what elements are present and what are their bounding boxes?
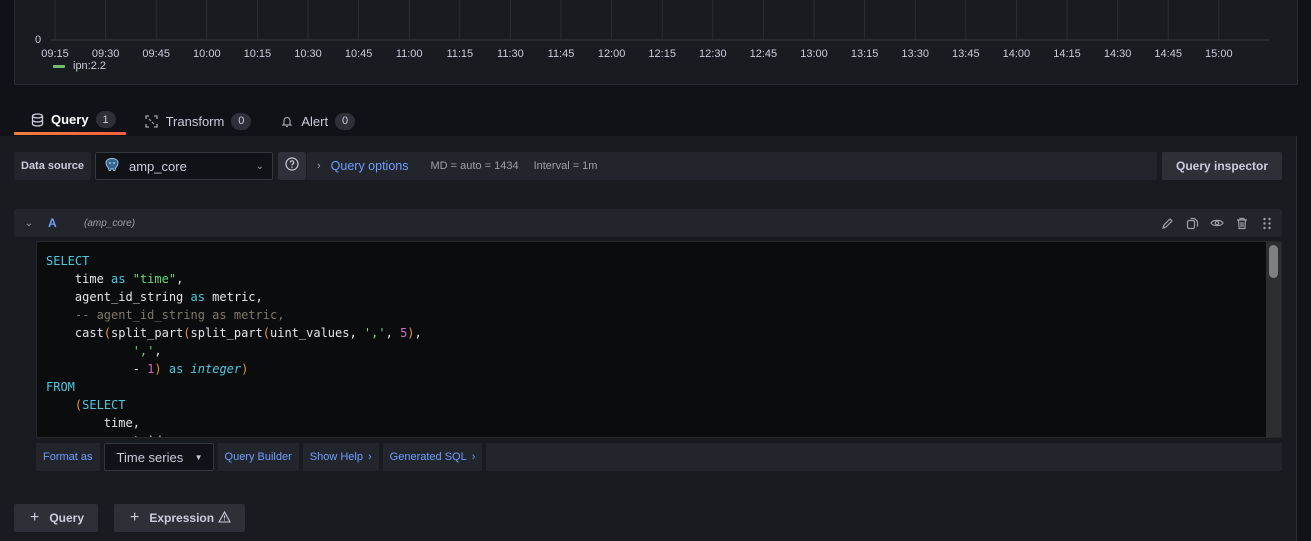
warning-icon (218, 510, 232, 526)
transform-icon (145, 114, 159, 128)
query-editor-page: 0 09:15 09:30 09:45 10:00 10:15 10:30 10:45 11:0… (0, 0, 1311, 541)
tab-transform[interactable]: Transform 0 (129, 108, 265, 134)
x-tick-label: 09:30 (92, 48, 120, 60)
editor-tabs: Query 1 Transform 0 Alert 0 (14, 108, 368, 136)
editor-scrollbar[interactable] (1266, 242, 1281, 437)
show-help-button[interactable]: Show Help › (302, 443, 379, 471)
query-inspector-button[interactable]: Query inspector (1162, 152, 1282, 180)
chevron-right-icon: › (471, 451, 476, 463)
x-tick-label: 12:15 (648, 48, 676, 60)
y-axis-zero-label: 0 (35, 34, 41, 46)
editor-scrollbar-thumb[interactable] (1269, 245, 1278, 278)
query-options-toggle[interactable]: › Query options MD = auto = 1434 Interva… (307, 152, 1157, 180)
tab-alert-label: Alert (301, 113, 329, 129)
database-icon (30, 112, 44, 127)
x-tick-label: 11:15 (446, 48, 473, 60)
x-tick-label: 10:15 (244, 48, 272, 60)
query-options-interval: Interval = 1m (533, 160, 598, 172)
graph-panel: 0 09:15 09:30 09:45 10:00 10:15 10:30 10:45 11:0… (14, 0, 1298, 85)
datasource-picker[interactable]: amp_core ⌄ (94, 152, 273, 180)
query-builder-label: Query Builder (224, 451, 292, 463)
caret-down-icon: ▼ (194, 452, 203, 462)
x-tick-label: 13:45 (952, 48, 980, 60)
add-expression-button[interactable]: + Expression (114, 504, 246, 532)
x-tick-label: 14:00 (1003, 48, 1031, 60)
chevron-down-icon: ⌄ (255, 160, 264, 172)
tab-query[interactable]: Query 1 (14, 108, 129, 134)
datasource-label: Data source (14, 152, 91, 180)
tab-transform-count: 0 (231, 112, 252, 130)
query-footer-row: Format as Time series ▼ Query Builder Sh… (36, 443, 1282, 471)
query-options-title: Query options (330, 159, 409, 173)
datasource-help-button[interactable] (277, 152, 306, 180)
query-header-row: ⌄ A (amp_core) (14, 209, 1282, 237)
x-tick-label: 14:30 (1104, 48, 1132, 60)
format-as-selected: Time series (116, 449, 184, 465)
x-tick-label: 13:00 (800, 48, 828, 60)
tab-transform-label: Transform (165, 113, 225, 129)
right-gutter (1298, 85, 1311, 541)
add-query-label: Query (49, 511, 85, 525)
sql-code-editor[interactable]: SELECT time as "time", agent_id_string a… (36, 241, 1282, 438)
x-tick-label: 13:30 (901, 48, 929, 60)
x-tick-label: 12:30 (699, 48, 727, 60)
x-tick-label: 14:45 (1154, 48, 1182, 60)
x-tick-label: 11:00 (396, 48, 423, 60)
x-tick-label: 13:15 (851, 48, 879, 60)
footer-spacer (486, 443, 1282, 471)
query-ref-id[interactable]: A (44, 216, 84, 230)
legend: ipn:2.2 (53, 60, 106, 72)
tab-query-count: 1 (95, 111, 116, 128)
x-tick-label: 10:00 (193, 48, 221, 60)
x-tick-label: 09:45 (142, 48, 170, 60)
question-circle-icon (285, 156, 299, 176)
x-tick-label: 14:15 (1053, 48, 1081, 60)
x-tick-label: 12:45 (750, 48, 778, 60)
generated-sql-button[interactable]: Generated SQL › (382, 443, 483, 471)
datasource-selected: amp_core (128, 158, 187, 174)
plus-icon: + (30, 509, 40, 526)
add-expression-label: Expression (149, 511, 215, 525)
format-as-label: Format as (36, 443, 100, 471)
generated-sql-label: Generated SQL (389, 451, 467, 463)
tab-alert-count: 0 (335, 112, 356, 130)
drag-handle-icon[interactable] (1259, 215, 1275, 231)
x-tick-label: 15:00 (1205, 48, 1233, 60)
x-tick-label: 10:30 (294, 48, 322, 60)
tab-alert[interactable]: Alert 0 (264, 108, 368, 134)
legend-swatch (53, 64, 65, 68)
format-as-select[interactable]: Time series ▼ (103, 443, 214, 471)
x-tick-label: 11:30 (497, 48, 524, 60)
plus-icon: + (130, 509, 140, 526)
show-help-label: Show Help (309, 451, 363, 463)
trash-icon[interactable] (1234, 215, 1250, 231)
edit-icon[interactable] (1159, 215, 1175, 231)
query-editor-area: Data source amp_core ⌄ › Query options M… (0, 136, 1297, 541)
x-tick-label: 09:15 (41, 48, 69, 60)
collapse-chevron-icon[interactable]: ⌄ (14, 218, 44, 229)
query-options-max-data-points: MD = auto = 1434 (430, 160, 519, 172)
sql-code: SELECT time as "time", agent_id_string a… (46, 254, 422, 437)
chevron-right-icon: › (367, 451, 372, 463)
tab-query-label: Query (51, 112, 89, 127)
active-tab-indicator (14, 132, 126, 135)
query-actions (1159, 215, 1282, 231)
x-tick-label: 11:45 (548, 48, 575, 60)
eye-icon[interactable] (1209, 215, 1225, 231)
legend-label[interactable]: ipn:2.2 (73, 60, 106, 72)
x-tick-label: 10:45 (345, 48, 373, 60)
add-query-button[interactable]: + Query (14, 504, 99, 532)
chevron-right-icon: › (317, 160, 321, 172)
datasource-row: Data source amp_core ⌄ (14, 152, 306, 180)
query-builder-button[interactable]: Query Builder (217, 443, 299, 471)
duplicate-icon[interactable] (1184, 215, 1200, 231)
x-tick-label: 12:00 (598, 48, 626, 60)
query-datasource-name: (amp_core) (84, 217, 136, 229)
bell-icon (280, 114, 294, 128)
postgresql-icon (104, 157, 120, 176)
add-row: + Query + Expression (14, 504, 246, 532)
time-series-graph: 009:15 09:30 09:45 10:00 10:15 10:30 10:45 11:0… (35, 0, 1269, 60)
